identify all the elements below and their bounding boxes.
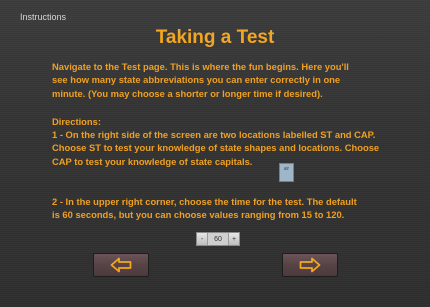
- arrow-left-icon: [110, 257, 132, 273]
- time-stepper-example: - 60 +: [196, 232, 240, 246]
- page-title: Taking a Test: [155, 27, 275, 48]
- previous-button[interactable]: [93, 253, 149, 277]
- st-badge-image: ST: [279, 163, 294, 182]
- stepper-plus: +: [229, 233, 239, 245]
- st-badge-label: ST: [283, 166, 290, 171]
- instructions-screen: Instructions Taking a Test Navigate to t…: [0, 0, 430, 307]
- next-button[interactable]: [282, 253, 338, 277]
- step-two-text: 2 - In the upper right corner, choose th…: [52, 196, 357, 221]
- stepper-minus: -: [197, 233, 207, 245]
- stepper-value: 60: [207, 233, 229, 245]
- step-one-text: 1 - On the right side of the screen are …: [52, 129, 380, 167]
- intro-text: Navigate to the Test page. This is where…: [52, 61, 349, 99]
- directions-heading: Directions:: [52, 116, 101, 127]
- arrow-right-icon: [299, 257, 321, 273]
- nav-title: Instructions: [20, 12, 67, 22]
